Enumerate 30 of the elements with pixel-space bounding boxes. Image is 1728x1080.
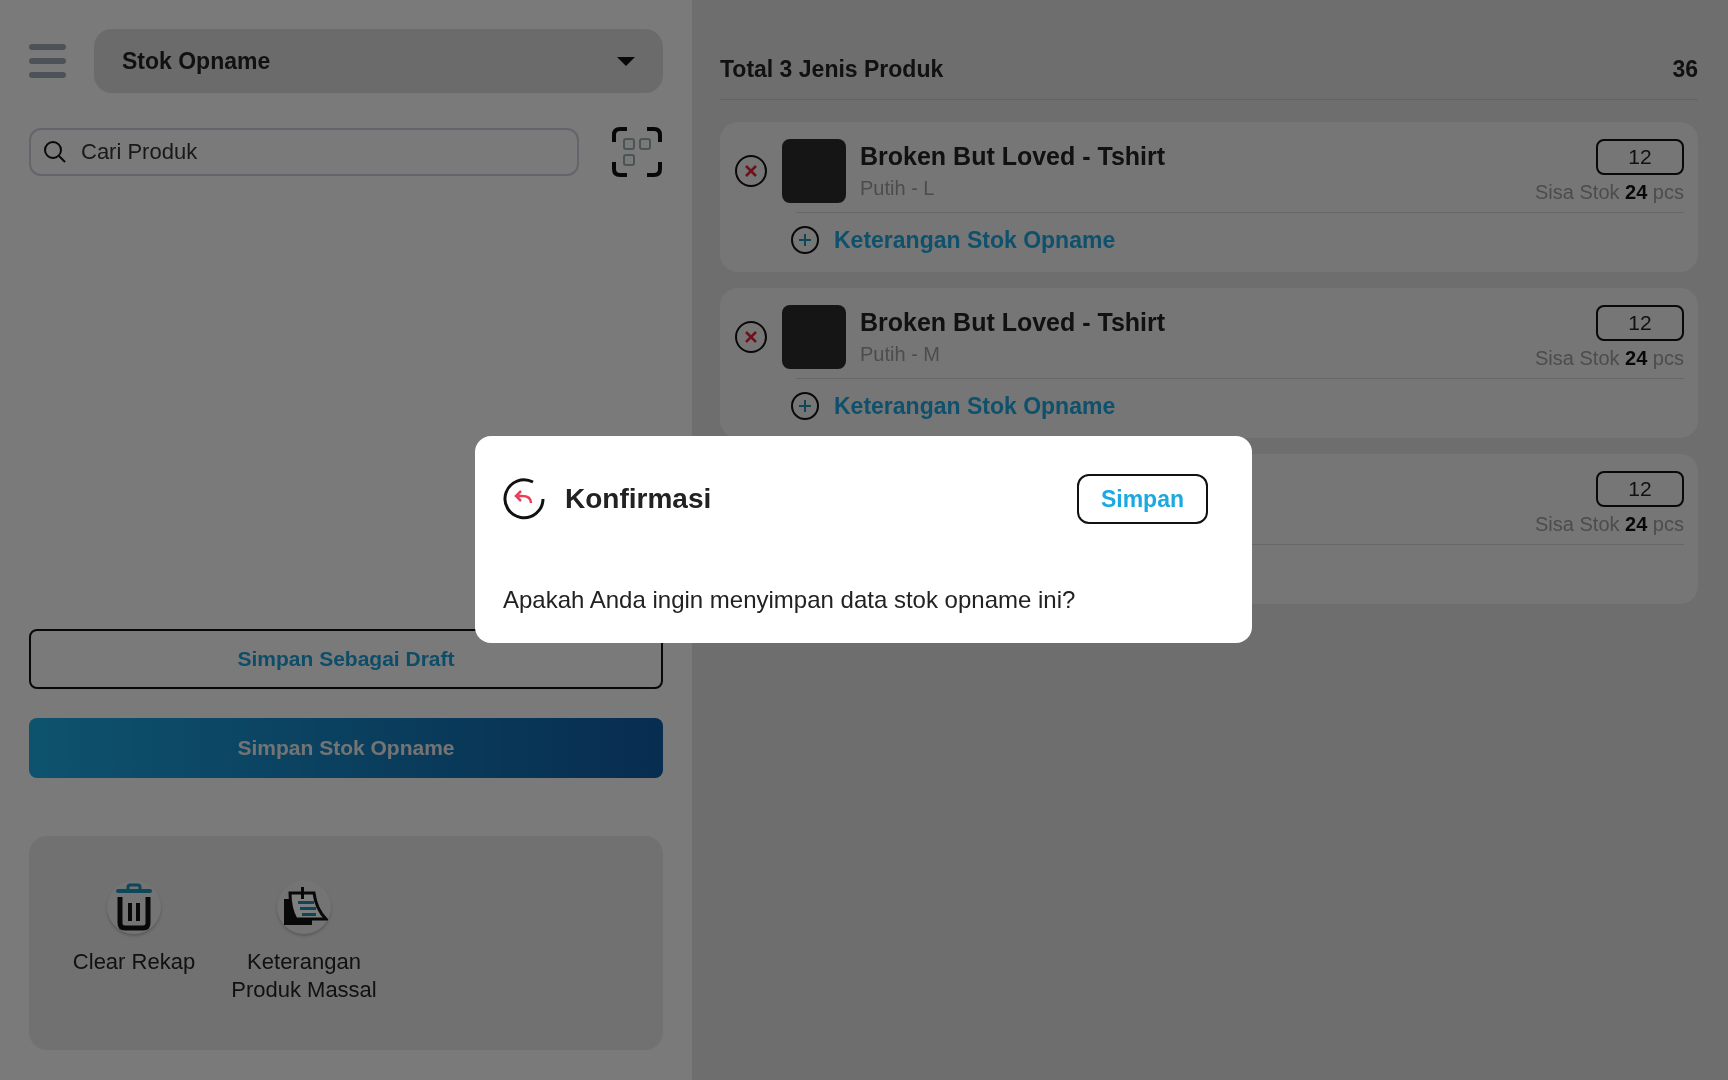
dialog-message: Apakah Anda ingin menyimpan data stok opname ini? bbox=[503, 586, 1077, 614]
save-button[interactable]: Simpan bbox=[1076, 474, 1208, 524]
dropdown-value: Stok Opname bbox=[122, 47, 271, 75]
bulk-note-button[interactable] bbox=[277, 880, 331, 934]
action-label: Keterangan Produk Massal bbox=[230, 948, 378, 1004]
dialog-title: Konfirmasi bbox=[565, 483, 713, 515]
product-count-label: Total 3 Jenis Produk bbox=[720, 56, 944, 83]
photo-placeholder bbox=[782, 305, 846, 369]
product-name: Broken But Loved - Tshirt bbox=[860, 308, 1167, 337]
add-icon[interactable] bbox=[790, 391, 820, 421]
caret-icon bbox=[617, 56, 635, 66]
clear-button[interactable] bbox=[107, 880, 161, 934]
undo-icon bbox=[503, 477, 547, 521]
remove-icon[interactable] bbox=[734, 320, 768, 354]
quantity-field[interactable]: 12 bbox=[1596, 304, 1684, 341]
stock-note-link[interactable]: Keterangan Stok Opname bbox=[834, 392, 1116, 420]
page-dropdown[interactable]: Stok Opname bbox=[94, 29, 663, 93]
photo-placeholder bbox=[782, 139, 846, 203]
stock-note-link[interactable]: Keterangan Stok Opname bbox=[834, 226, 1116, 254]
quantity-field[interactable]: 12 bbox=[1596, 138, 1684, 175]
remove-icon[interactable] bbox=[734, 154, 768, 188]
save-draft-button[interactable]: Simpan Sebagai Draft bbox=[29, 629, 663, 689]
add-icon[interactable] bbox=[790, 225, 820, 255]
product-name: Broken But Loved - Tshirt bbox=[860, 142, 1167, 171]
search-field[interactable]: Cari Produk bbox=[29, 128, 579, 176]
save-stock-opname-button[interactable]: Simpan Stok Opname bbox=[29, 718, 663, 778]
scan-icon[interactable] bbox=[611, 126, 663, 178]
quantity-field[interactable]: 12 bbox=[1596, 470, 1684, 507]
total-quantity: 36 bbox=[1672, 56, 1698, 83]
action-label: Clear Rekap bbox=[72, 948, 196, 976]
